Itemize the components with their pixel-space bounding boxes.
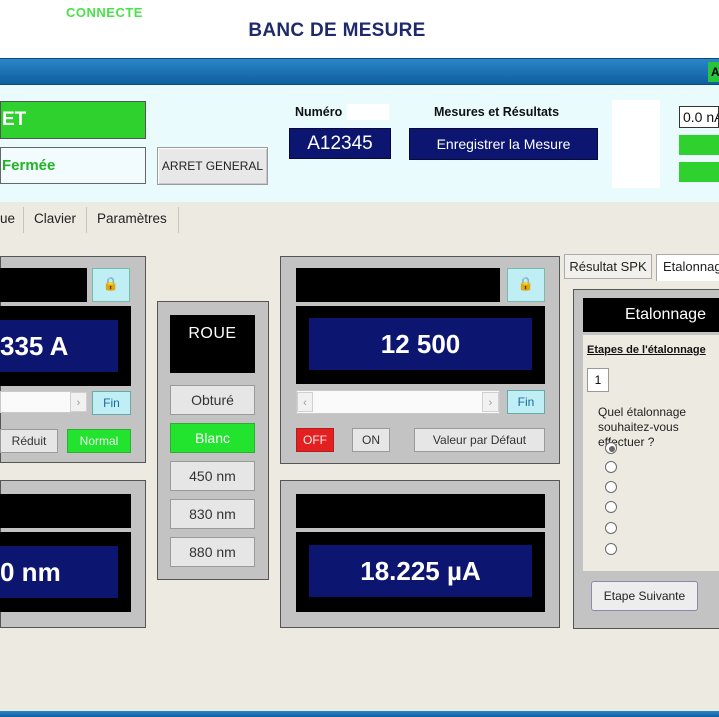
user-badge[interactable]: A [708, 62, 719, 82]
current-value-display: 335 A [0, 320, 118, 372]
status-indicator-2 [679, 162, 719, 182]
roue-880nm-button[interactable]: 880 nm [170, 537, 255, 567]
etalonnage-step-number: 1 [587, 368, 609, 392]
door-state-indicator: Fermée [0, 147, 146, 184]
current-slider[interactable] [0, 391, 73, 413]
login-link[interactable]: Login Opérateur / Administrateur [486, 5, 682, 19]
lock-icon[interactable]: 🔒 [92, 268, 130, 302]
slider-right-arrow-icon[interactable]: › [482, 392, 499, 412]
current-readout: 0.0 nA [679, 106, 719, 128]
on-button[interactable]: ON [352, 428, 390, 452]
fin-button[interactable]: Fin [507, 390, 545, 414]
emergency-stop-button[interactable]: ARRET GENERAL [157, 147, 268, 185]
numero-field[interactable]: A12345 [289, 128, 391, 159]
etalonnage-title: Etalonnage [583, 298, 719, 332]
calibration-option-radio[interactable] [605, 522, 617, 534]
tab-resultat-spk[interactable]: Résultat SPK [564, 254, 652, 279]
app-title: BANC DE MESURE [248, 20, 426, 41]
reduit-button[interactable]: Réduit [0, 429, 58, 453]
calibration-option-radio[interactable] [605, 461, 617, 473]
calibration-option-radio[interactable] [605, 481, 617, 493]
tab-clavier[interactable]: Clavier [24, 207, 87, 233]
roue-blanc-button[interactable]: Blanc [170, 423, 255, 453]
bottom-strip [0, 711, 719, 717]
measurement-value-display: 18.225 µA [309, 545, 532, 597]
slider-right-arrow-icon[interactable]: › [70, 392, 87, 412]
setpoint-value-display: 12 500 [309, 318, 532, 370]
wavelength-label-bar [0, 494, 131, 528]
wavelength-value-display: 0 nm [0, 546, 118, 598]
calibration-option-radio[interactable] [605, 543, 617, 555]
fin-button[interactable]: Fin [92, 391, 131, 415]
roue-obture-button[interactable]: Obturé [170, 385, 255, 415]
etalonnage-steps-label: Etapes de l'étalonnage [587, 344, 706, 356]
numero-label: Numéro [295, 105, 343, 119]
roue-450nm-button[interactable]: 450 nm [170, 461, 255, 491]
status-strip [0, 58, 719, 85]
calibration-option-radio[interactable] [605, 501, 617, 513]
connection-status-value: CONNECTE [66, 5, 143, 20]
calibration-option-radio[interactable] [605, 442, 617, 454]
setpoint-slider[interactable] [296, 390, 500, 414]
normal-button[interactable]: Normal [67, 429, 131, 453]
tab-parametres[interactable]: Paramètres [87, 207, 179, 233]
etalonnage-question: Quel étalonnage souhaitez-vous effectuer… [598, 405, 687, 449]
blank-panel [612, 100, 660, 188]
mesures-label: Mesures et Résultats [434, 105, 560, 119]
default-value-button[interactable]: Valeur par Défaut [414, 428, 545, 452]
save-measurement-button[interactable]: Enregistrer la Mesure [409, 128, 598, 160]
filter-wheel-label: ROUE [170, 315, 255, 373]
tab-partial[interactable]: ue [0, 207, 24, 233]
status-indicator-1 [679, 135, 719, 155]
current-label-bar [0, 268, 87, 302]
setpoint-label-bar [296, 268, 500, 302]
lock-icon[interactable]: 🔒 [507, 268, 545, 302]
measurement-label-bar [296, 494, 545, 528]
off-button[interactable]: OFF [296, 428, 334, 452]
machine-state-indicator: ET [0, 101, 146, 139]
numero-blank [347, 104, 389, 120]
connection-status-label: nc Test : [0, 5, 53, 20]
tab-etalonnage[interactable]: Etalonnage [656, 254, 719, 281]
next-step-button[interactable]: Etape Suivante [591, 581, 698, 611]
slider-left-arrow-icon[interactable]: ‹ [297, 392, 313, 412]
roue-830nm-button[interactable]: 830 nm [170, 499, 255, 529]
